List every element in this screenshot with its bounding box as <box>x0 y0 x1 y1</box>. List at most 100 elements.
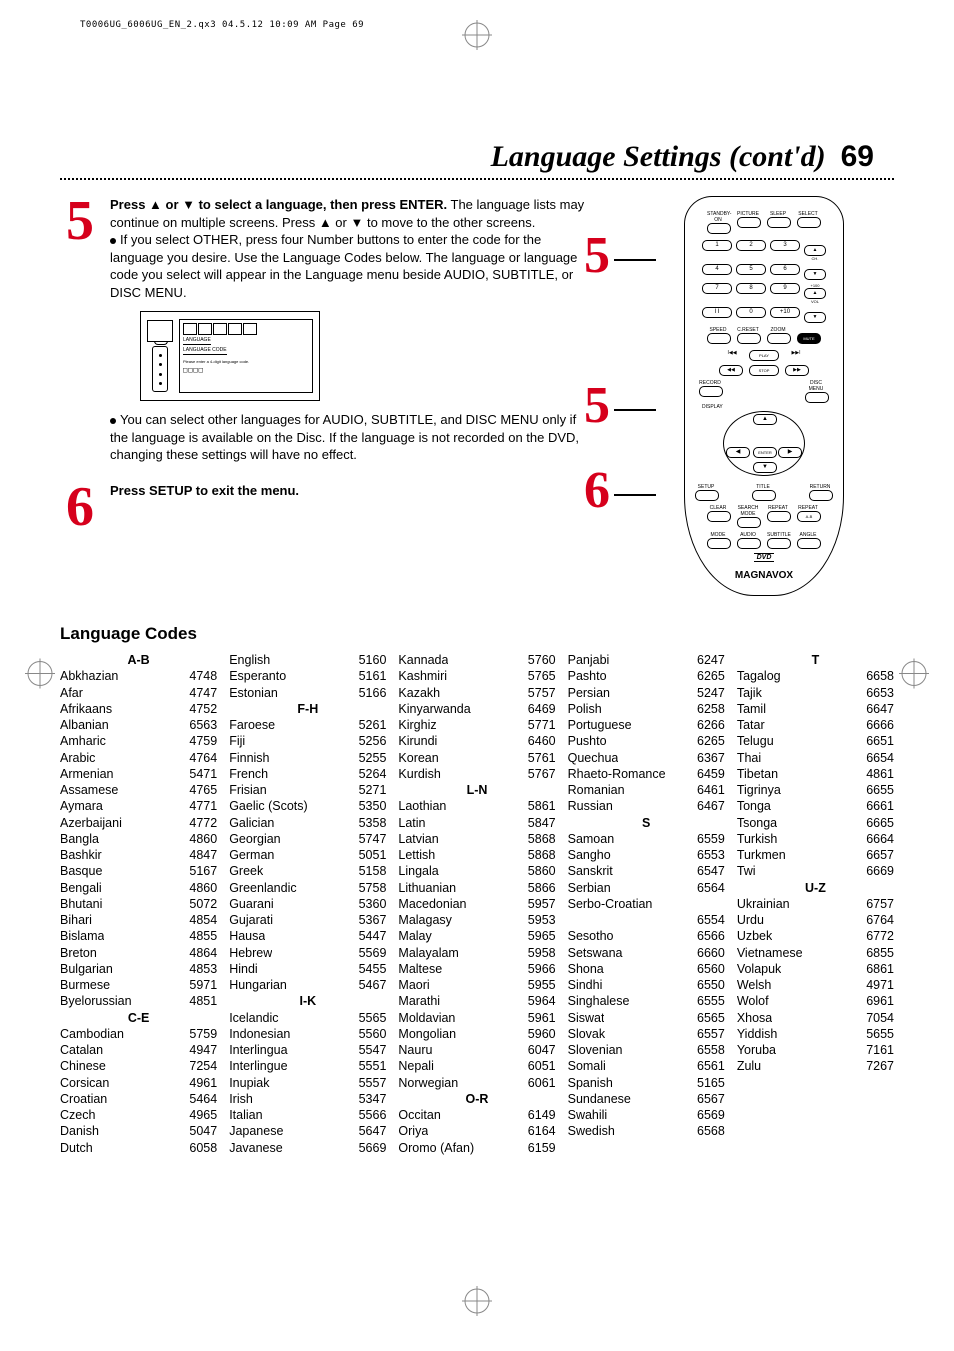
language-code: 5767 <box>524 766 556 782</box>
language-name: Hebrew <box>229 945 272 961</box>
code-row: Estonian5166 <box>229 685 386 701</box>
btn-label: SELECT <box>797 211 819 217</box>
code-row: Hausa5447 <box>229 928 386 944</box>
language-name: English <box>229 652 270 668</box>
language-name: Panjabi <box>568 652 610 668</box>
language-code: 6961 <box>862 993 894 1009</box>
code-row: Marathi5964 <box>398 993 555 1009</box>
language-name: Fiji <box>229 733 245 749</box>
language-name: Serbo-Croatian <box>568 896 653 912</box>
code-row: Latin5847 <box>398 815 555 831</box>
num-2-button: 2 <box>736 240 766 251</box>
language-name: Latvian <box>398 831 438 847</box>
code-row: Persian5247 <box>568 685 725 701</box>
language-code: 5960 <box>524 1026 556 1042</box>
code-row: Cambodian5759 <box>60 1026 217 1042</box>
code-row: Swahili6569 <box>568 1107 725 1123</box>
bullet-icon <box>110 238 116 244</box>
side-label: +100▲VOL <box>804 283 826 304</box>
language-name: Byelorussian <box>60 993 132 1009</box>
language-code: 6061 <box>524 1075 556 1091</box>
select-button <box>797 217 821 228</box>
codes-column: English5160Esperanto5161Estonian5166F-HF… <box>229 652 386 1156</box>
code-row: Gaelic (Scots)5350 <box>229 798 386 814</box>
language-code: 5350 <box>355 798 387 814</box>
prev-icon: I◀◀ <box>721 350 743 361</box>
code-row: Finnish5255 <box>229 750 386 766</box>
language-code: 6265 <box>693 668 725 684</box>
language-code: 5860 <box>524 863 556 879</box>
code-row: Oriya6164 <box>398 1123 555 1139</box>
language-name: Quechua <box>568 750 619 766</box>
code-row: Rhaeto-Romance6459 <box>568 766 725 782</box>
code-row: Urdu6764 <box>737 912 894 928</box>
language-name: Georgian <box>229 831 280 847</box>
language-code: 6558 <box>693 1042 725 1058</box>
page-title: Language Settings (cont'd) 69 <box>60 140 874 174</box>
code-row: Vietnamese6855 <box>737 945 894 961</box>
codes-group-header: C-E <box>60 1010 217 1026</box>
sleep-button <box>767 217 791 228</box>
remote-illustration: STANDBY-ON PICTURE SLEEP SELECT 123▲CH.4… <box>654 196 844 596</box>
language-name: Nauru <box>398 1042 432 1058</box>
language-name: Tsonga <box>737 815 777 831</box>
code-row: Malay5965 <box>398 928 555 944</box>
language-name: Galician <box>229 815 274 831</box>
language-code: 6247 <box>693 652 725 668</box>
language-name: Albanian <box>60 717 109 733</box>
num-4-button: 4 <box>702 264 732 275</box>
next-icon: ▶▶I <box>785 350 807 361</box>
num-5-button: 5 <box>736 264 766 275</box>
return-button <box>809 490 833 501</box>
btn-label: RECORD <box>699 380 721 386</box>
language-name: Twi <box>737 863 756 879</box>
language-code: 7161 <box>862 1042 894 1058</box>
codes-column: TTagalog6658Tajik6653Tamil6647Tatar6666T… <box>737 652 894 1156</box>
print-header: T0006UG_6006UG_EN_2.qx3 04.5.12 10:09 AM… <box>80 20 364 30</box>
num-0-button: 0 <box>736 307 766 318</box>
codes-group-header: L-N <box>398 782 555 798</box>
language-code: 5547 <box>355 1042 387 1058</box>
language-code: 6159 <box>524 1140 556 1156</box>
code-row: Dutch6058 <box>60 1140 217 1156</box>
language-code: 4961 <box>185 1075 217 1091</box>
title-text: Language Settings (cont'd) <box>491 140 826 173</box>
btn-label: MODE <box>707 532 729 538</box>
language-code: 4861 <box>862 766 894 782</box>
language-name: Singhalese <box>568 993 630 1009</box>
language-code: 5758 <box>355 880 387 896</box>
language-name: Setswana <box>568 945 623 961</box>
btn-label: SETUP <box>695 484 717 490</box>
language-name: Indonesian <box>229 1026 290 1042</box>
code-row: Tigrinya6655 <box>737 782 894 798</box>
num-+10-button: +10 <box>770 307 800 318</box>
language-name: Hungarian <box>229 977 287 993</box>
language-code: 4771 <box>185 798 217 814</box>
language-code: 5761 <box>524 750 556 766</box>
language-code: 6459 <box>693 766 725 782</box>
audio-button <box>737 538 761 549</box>
language-code: 6560 <box>693 961 725 977</box>
btn-label: RETURN <box>809 484 831 490</box>
code-row: Wolof6961 <box>737 993 894 1009</box>
code-row: Burmese5971 <box>60 977 217 993</box>
number-pad: 123▲CH.456▼789+100▲VOLI I0+10▼ <box>702 240 826 323</box>
language-code: 5455 <box>355 961 387 977</box>
code-row: Sundanese6567 <box>568 1091 725 1107</box>
code-row: Tagalog6658 <box>737 668 894 684</box>
manual-page: T0006UG_6006UG_EN_2.qx3 04.5.12 10:09 AM… <box>0 0 954 1351</box>
language-name: Urdu <box>737 912 764 928</box>
code-row: Inupiak5557 <box>229 1075 386 1091</box>
language-code: 6058 <box>185 1140 217 1156</box>
btn-label: SUBTITLE <box>767 532 789 538</box>
language-name: Greek <box>229 863 263 879</box>
num-6-button: 6 <box>770 264 800 275</box>
code-row: Croatian5464 <box>60 1091 217 1107</box>
language-code: 6547 <box>693 863 725 879</box>
language-code: 4855 <box>185 928 217 944</box>
language-code: 5358 <box>355 815 387 831</box>
language-name: Basque <box>60 863 102 879</box>
language-code: 5957 <box>524 896 556 912</box>
setup-button <box>695 490 719 501</box>
language-name: Bengali <box>60 880 102 896</box>
